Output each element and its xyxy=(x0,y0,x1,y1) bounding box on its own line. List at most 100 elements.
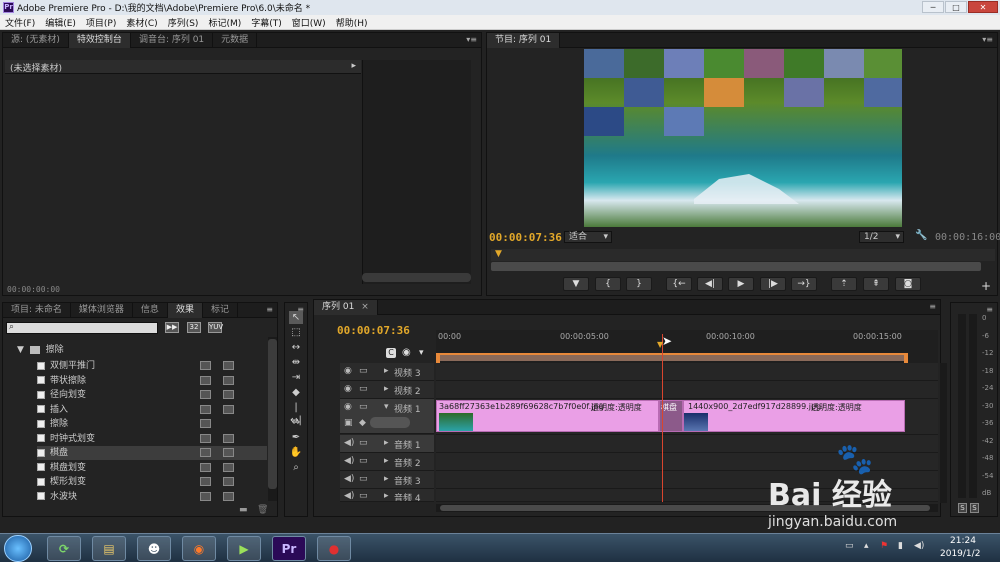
tab-audio-mixer[interactable]: 调音台: 序列 01 xyxy=(131,32,214,48)
folder-wipe[interactable]: ▼ 擦除 xyxy=(17,343,64,357)
set-marker-icon[interactable]: ◉ xyxy=(402,347,411,358)
tab-program[interactable]: 节目: 序列 01 xyxy=(487,32,561,48)
mark-in-button[interactable]: { xyxy=(595,277,621,291)
panel-menu-icon[interactable]: ≡ xyxy=(266,305,273,314)
network-icon[interactable]: ▮ xyxy=(898,541,903,551)
tab-info[interactable]: 信息 xyxy=(133,302,168,318)
play-button[interactable]: ▶ xyxy=(728,277,754,291)
lock-icon[interactable]: ▭ xyxy=(359,366,368,376)
lock-icon[interactable]: ▭ xyxy=(359,402,368,412)
export-frame-camera-icon[interactable]: ◙ xyxy=(895,277,921,291)
program-current-timecode[interactable]: 00:00:07:36 xyxy=(489,231,562,244)
track-row-video-3[interactable] xyxy=(436,363,938,381)
menu-project[interactable]: 项目(P) xyxy=(81,16,121,29)
ripple-edit-tool-icon[interactable]: ↔ xyxy=(289,341,303,354)
new-folder-icon[interactable]: ▬ xyxy=(239,505,248,515)
eye-icon[interactable]: ◉ xyxy=(344,366,352,376)
fit-dropdown[interactable]: 适合 ▾ xyxy=(564,231,612,243)
menu-title[interactable]: 字幕(T) xyxy=(246,16,287,29)
effect-item[interactable]: 双侧平推门 xyxy=(37,359,267,373)
panel-menu-icon[interactable]: ▾≡ xyxy=(982,35,993,44)
expand-track-icon[interactable]: ▸ xyxy=(384,438,389,448)
record-icon[interactable]: ● xyxy=(317,536,351,561)
menu-file[interactable]: 文件(F) xyxy=(0,16,40,29)
file-explorer-icon[interactable]: ▤ xyxy=(92,536,126,561)
collapse-track-icon[interactable]: ▾ xyxy=(384,402,389,412)
selection-tool-icon[interactable]: ↖ xyxy=(289,311,303,324)
firefox-icon[interactable]: ◉ xyxy=(182,536,216,561)
menu-edit[interactable]: 编辑(E) xyxy=(40,16,81,29)
clip-effect-label[interactable]: 透明度:透明度 xyxy=(591,402,642,413)
add-marker-button[interactable]: ▼ xyxy=(563,277,589,291)
tab-media-browser[interactable]: 媒体浏览器 xyxy=(71,302,133,318)
timeline-ruler[interactable]: 00:00 00:00:05:00 00:00:10:00 00:00:15:0… xyxy=(436,330,938,364)
media-app-icon[interactable]: ▶ xyxy=(227,536,261,561)
expand-track-icon[interactable]: ▸ xyxy=(384,366,389,376)
keyboard-icon[interactable]: ▭ xyxy=(845,541,854,551)
volume-icon[interactable]: ◀) xyxy=(914,541,924,551)
timeline-clip[interactable]: 3a68ff27363e1b289f69628c7b7f0e0f.jpg 透明度… xyxy=(436,400,659,432)
speaker-icon[interactable]: ◀) xyxy=(344,474,354,484)
solo-left-button[interactable]: S xyxy=(958,503,967,513)
eye-icon[interactable]: ◉ xyxy=(344,384,352,394)
lock-icon[interactable]: ▭ xyxy=(359,438,368,448)
effect-item[interactable]: 棋盘 xyxy=(37,446,267,460)
start-button[interactable] xyxy=(4,535,32,562)
timeline-current-timecode[interactable]: 00:00:07:36 xyxy=(337,324,410,337)
expand-track-icon[interactable]: ▸ xyxy=(384,456,389,466)
speaker-icon[interactable]: ◀) xyxy=(344,438,354,448)
clock-date[interactable]: 2019/1/2 xyxy=(940,549,980,559)
work-area-end-handle[interactable] xyxy=(904,353,908,363)
tab-source[interactable]: 源: (无素材) xyxy=(3,32,69,48)
rate-stretch-tool-icon[interactable]: ⇥ xyxy=(289,371,303,384)
hand-tool-icon[interactable]: ✋ xyxy=(289,446,303,459)
extract-button[interactable]: ⇞ xyxy=(863,277,889,291)
work-area-start-handle[interactable] xyxy=(436,353,440,363)
track-select-tool-icon[interactable]: ⬚ xyxy=(289,326,303,339)
clock-time[interactable]: 21:24 xyxy=(950,536,976,546)
clip-effect-label[interactable]: 透明度:透明度 xyxy=(811,402,862,413)
lock-icon[interactable]: ▭ xyxy=(359,491,368,501)
tray-up-arrow-icon[interactable]: ▴ xyxy=(864,541,869,551)
timeline-playhead[interactable] xyxy=(662,334,663,502)
32bit-effects-icon[interactable]: 32 xyxy=(187,322,201,333)
eye-icon[interactable]: ◉ xyxy=(344,402,352,412)
step-back-button[interactable]: ◀| xyxy=(697,277,723,291)
expand-arrow-icon[interactable]: ▸ xyxy=(351,61,356,71)
timeline-clip[interactable]: 1440x900_2d7edf917d28899.jpg 透明度:透明度 xyxy=(683,400,905,432)
tab-effects[interactable]: 效果 xyxy=(167,302,203,318)
effect-item[interactable]: 径向划变 xyxy=(37,388,267,402)
menu-help[interactable]: 帮助(H) xyxy=(331,16,373,29)
speaker-icon[interactable]: ◀) xyxy=(344,491,354,501)
qq-icon[interactable]: ☻ xyxy=(137,536,171,561)
effects-scrollbar[interactable] xyxy=(268,337,277,501)
menu-window[interactable]: 窗口(W) xyxy=(287,16,331,29)
snap-icon[interactable]: C xyxy=(386,348,396,358)
expand-track-icon[interactable]: ▸ xyxy=(384,491,389,501)
pen-tool-icon[interactable]: ✒ xyxy=(289,431,303,444)
lift-button[interactable]: ⇡ xyxy=(831,277,857,291)
tab-sequence[interactable]: 序列 01 × xyxy=(314,299,378,315)
security-icon[interactable]: ⚑ xyxy=(880,541,888,551)
track-header-video-1[interactable]: ◉ ▭ ▾ 视频 1 ▣ ◆ xyxy=(340,399,434,434)
keyframe-navigator[interactable] xyxy=(370,417,410,428)
delete-trash-icon[interactable]: 🗑 xyxy=(257,505,268,515)
menu-clip[interactable]: 素材(C) xyxy=(121,16,162,29)
add-button-plus-icon[interactable]: + xyxy=(981,279,991,293)
menu-sequence[interactable]: 序列(S) xyxy=(163,16,204,29)
track-header-audio-4[interactable]: ◀) ▭ ▸ 音频 4 xyxy=(340,489,434,502)
premiere-taskbar-icon[interactable]: Pr xyxy=(272,536,306,561)
wrench-icon[interactable]: 🔧 xyxy=(915,230,927,241)
step-forward-button[interactable]: |▶ xyxy=(760,277,786,291)
360-browser-icon[interactable]: ⟳ xyxy=(47,536,81,561)
expand-track-icon[interactable]: ▸ xyxy=(384,384,389,394)
lock-icon[interactable]: ▭ xyxy=(359,474,368,484)
track-header-video-3[interactable]: ◉ ▭ ▸ 视频 3 xyxy=(340,363,434,381)
tab-metadata[interactable]: 元数据 xyxy=(213,32,258,48)
track-header-audio-3[interactable]: ◀) ▭ ▸ 音频 3 xyxy=(340,471,434,489)
panel-menu-icon[interactable]: ▾≡ xyxy=(466,35,477,44)
add-marker-icon[interactable]: ▾ xyxy=(419,348,424,358)
go-to-in-button[interactable]: {← xyxy=(666,277,692,291)
razor-tool-icon[interactable]: ◆ xyxy=(289,386,303,399)
tab-markers[interactable]: 标记 xyxy=(203,302,238,318)
